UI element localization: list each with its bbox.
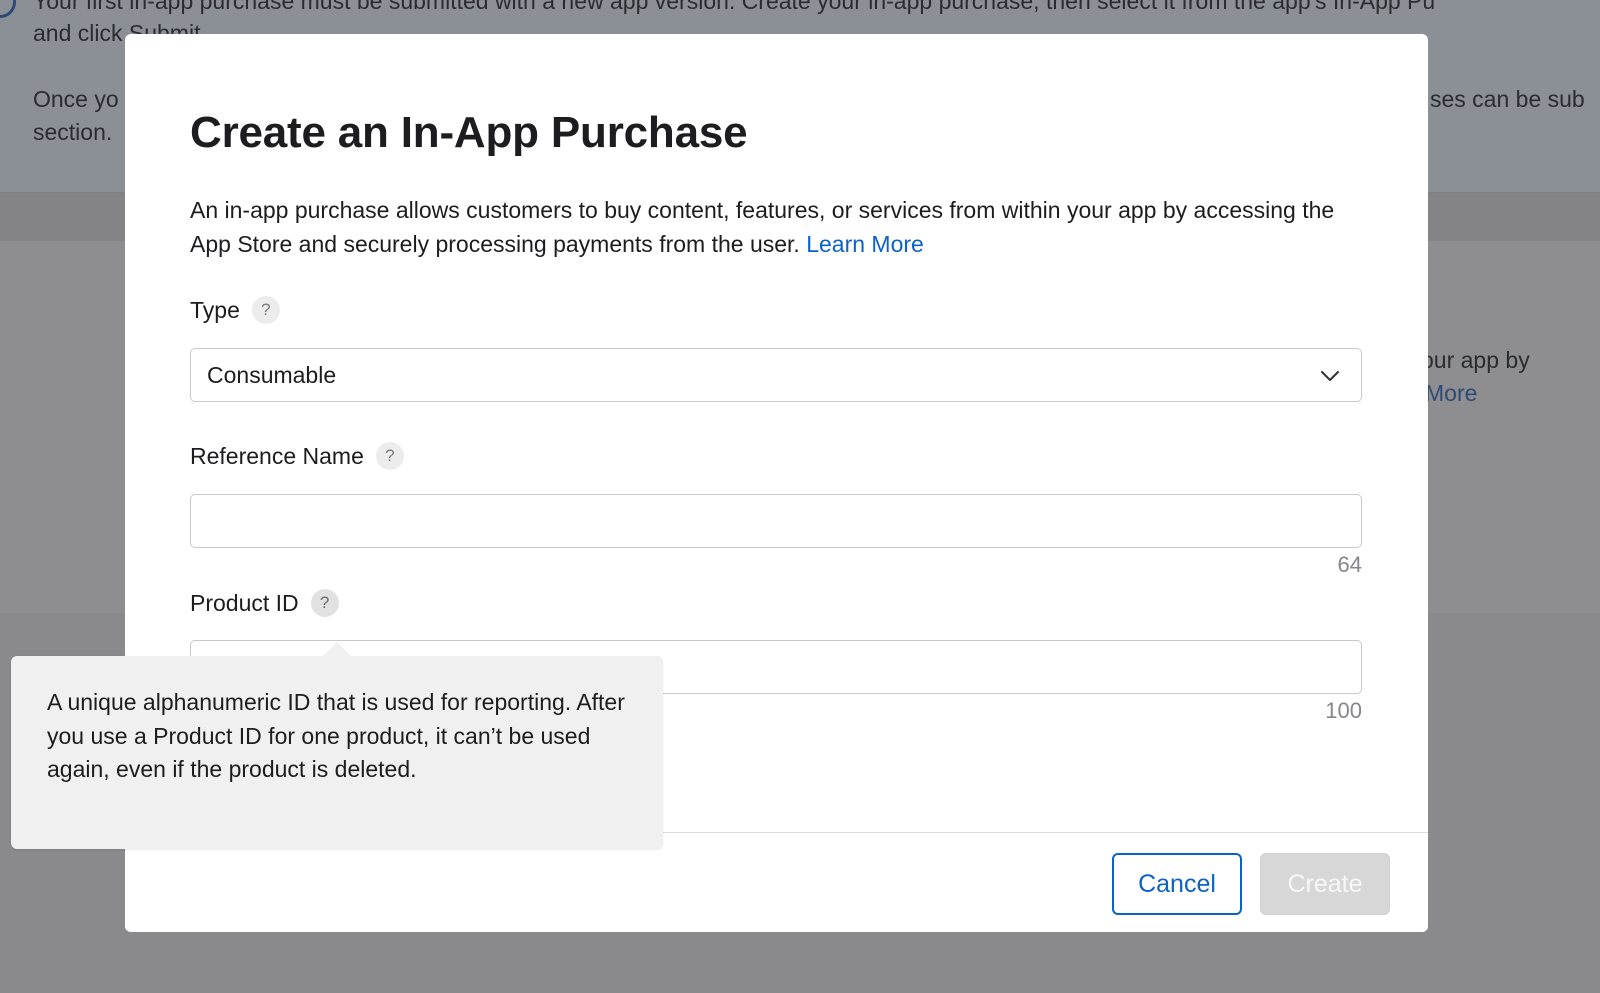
learn-more-link[interactable]: Learn More [806,231,924,257]
type-selected-value: Consumable [207,361,337,388]
reference-name-char-counter: 64 [1337,552,1362,577]
tooltip-text: A unique alphanumeric ID that is used fo… [47,689,625,782]
reference-name-label-row: Reference Name ? [190,442,404,470]
type-label-row: Type ? [190,296,280,324]
create-button[interactable]: Create [1260,853,1390,915]
info-icon [0,0,16,18]
background-card-link: More [1425,380,1478,406]
type-label: Type [190,296,240,323]
banner-text-line-3-right: ses can be sub [1430,86,1585,112]
product-id-label: Product ID [190,589,299,616]
banner-text-line-3-left: Once yo [33,86,119,112]
reference-name-input[interactable] [190,494,1362,548]
reference-name-label: Reference Name [190,442,364,469]
product-id-help-icon[interactable]: ? [310,589,339,617]
banner-text-line-1: Your first in-app purchase must be submi… [33,0,1436,14]
cancel-button[interactable]: Cancel [1112,853,1242,915]
description-text: An in-app purchase allows customers to b… [190,197,1335,257]
type-select[interactable]: Consumable [190,348,1362,402]
product-id-tooltip: A unique alphanumeric ID that is used fo… [11,641,663,849]
modal-description: An in-app purchase allows customers to b… [190,193,1370,261]
modal-title: Create an In-App Purchase [190,108,748,157]
chevron-down-icon [1321,371,1339,381]
background-card-text: our app by [1421,347,1530,373]
type-help-icon[interactable]: ? [251,296,280,324]
product-id-char-counter: 100 [1325,698,1362,723]
reference-name-help-icon[interactable]: ? [375,442,404,470]
banner-text-line-4: section. [33,119,113,145]
product-id-label-row: Product ID ? [190,589,339,617]
